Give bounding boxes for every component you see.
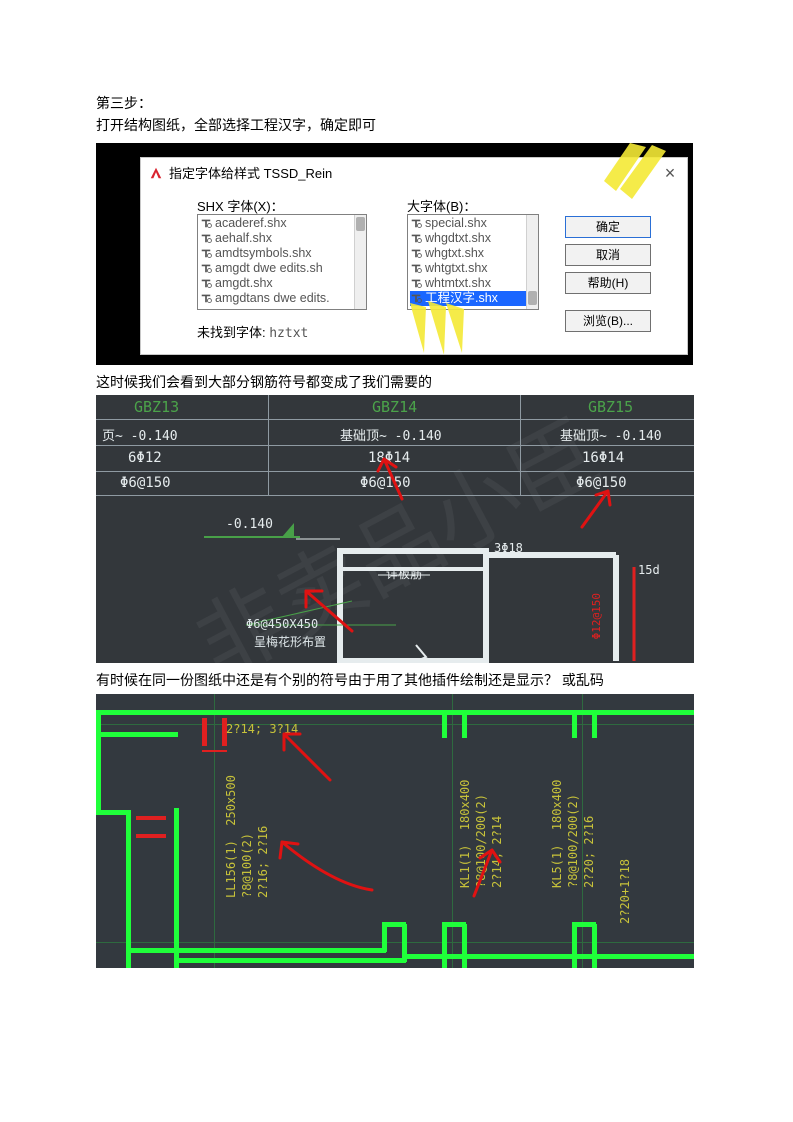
cancel-button[interactable]: 取消 — [565, 244, 651, 266]
list-item[interactable]: amdtsymbols.shx — [200, 246, 364, 261]
caption-after-dialog: 这时候我们会看到大部分钢筋符号都变成了我们需要的 — [96, 371, 697, 393]
rebar-label: 2?20+1?18 — [618, 846, 632, 924]
table-cell: 页~ -0.140 — [102, 425, 178, 444]
font-file-icon — [200, 217, 212, 229]
table-cell: 基础顶~ -0.140 — [340, 425, 442, 444]
beam-bar: 2?14; 2?14 — [490, 810, 504, 888]
shx-font-listbox[interactable]: acaderef.shxaehalf.shxamdtsymbols.shxamg… — [197, 214, 367, 310]
caption-after-table: 有时候在同一份图纸中还是有个别的符号由于用了其他插件绘制还是显示？ 或乱码 — [96, 669, 697, 691]
annotation-arrow-icon — [276, 728, 346, 788]
instruction-text: 打开结构图纸，全部选择工程汉字，确定即可 — [96, 114, 697, 136]
beam-bar: 2?20; 2?16 — [582, 810, 596, 888]
beam-name: KL1(1) 180x400 — [458, 768, 472, 888]
not-found-label: 未找到字体: hztxt — [197, 322, 308, 341]
rebar-label: 2?14; 3?14 — [226, 722, 298, 736]
font-file-icon — [200, 232, 212, 244]
font-file-icon — [200, 277, 212, 289]
list-item[interactable]: amgdt.shx — [200, 276, 364, 291]
dialog-title: 指定字体给样式 TSSD_Rein — [169, 163, 332, 182]
table-header: GBZ14 — [372, 398, 417, 416]
ok-button[interactable]: 确定 — [565, 216, 651, 238]
beam-name: KL5(1) 180x400 — [550, 768, 564, 888]
table-header: GBZ15 — [588, 398, 633, 416]
list-item[interactable]: whgtxt.shx — [410, 246, 536, 261]
help-button[interactable]: 帮助(H) — [565, 272, 651, 294]
dimension-label: -0.140 — [226, 517, 273, 532]
stirrup-layout-label: 呈梅花形布置 — [254, 633, 326, 650]
dialog-close-button[interactable]: × — [659, 162, 681, 184]
corner-bar-label: 3Φ18 — [494, 541, 523, 555]
step-label: 第三步： — [96, 92, 697, 114]
font-file-icon — [200, 247, 212, 259]
cad-detail-drawing — [96, 505, 694, 663]
detail-label: 详板筋 — [386, 565, 422, 582]
anchorage-label: 15d — [638, 563, 660, 577]
big-font-label: 大字体(B)： — [407, 196, 476, 215]
browse-button[interactable]: 浏览(B)... — [565, 310, 651, 332]
screenshot-cad-table: 非卖品小臣 GBZ13 GBZ14 GBZ15 页~ -0.140 基础顶~ -… — [96, 395, 694, 663]
annotation-arrow-icon — [272, 834, 382, 904]
table-cell: 基础顶~ -0.140 — [560, 425, 662, 444]
font-file-icon — [200, 292, 212, 304]
vertical-bar-label: Φ12@150 — [590, 593, 603, 639]
screenshot-dialog: 指定字体给样式 TSSD_Rein × SHX 字体(X)： 大字体(B)： a… — [96, 143, 693, 365]
list-item[interactable]: whtgtxt.shx — [410, 261, 536, 276]
beam-name: LL156(1) 250x500 — [224, 778, 238, 898]
scrollbar[interactable] — [526, 215, 538, 309]
beam-bar: 2?16; 2?16 — [256, 812, 270, 898]
list-item[interactable]: special.shx — [410, 216, 536, 231]
intro-block: 第三步： 打开结构图纸，全部选择工程汉字，确定即可 — [96, 92, 697, 137]
font-dialog: 指定字体给样式 TSSD_Rein × SHX 字体(X)： 大字体(B)： a… — [140, 157, 688, 355]
list-item[interactable]: acaderef.shx — [200, 216, 364, 231]
font-file-icon — [200, 262, 212, 274]
table-cell: Φ6@150 — [576, 475, 627, 491]
table-cell: 18Φ14 — [368, 450, 410, 466]
dialog-titlebar: 指定字体给样式 TSSD_Rein — [141, 158, 687, 188]
beam-bar: ?8@100(2) — [240, 812, 254, 898]
font-file-icon — [410, 247, 422, 259]
beam-bar: ?8@100/200(2) — [566, 788, 580, 888]
font-file-icon — [410, 217, 422, 229]
font-file-icon — [410, 262, 422, 274]
table-cell: 6Φ12 — [128, 450, 162, 466]
font-file-icon — [410, 232, 422, 244]
scrollbar[interactable] — [354, 215, 366, 309]
font-file-icon — [410, 277, 422, 289]
beam-bar: ?8@100/200(2) — [474, 788, 488, 888]
table-cell: Φ6@150 — [120, 475, 171, 491]
autocad-logo-icon — [149, 166, 163, 180]
list-item[interactable]: amgdt dwe edits.sh — [200, 261, 364, 276]
font-file-icon — [410, 292, 422, 304]
list-item[interactable]: amgdtans dwe edits. — [200, 291, 364, 306]
list-item[interactable]: whtmtxt.shx — [410, 276, 536, 291]
screenshot-cad-plan: 2?14; 3?14 LL156(1) 250x500 ?8@100(2) 2?… — [96, 694, 694, 968]
table-header: GBZ13 — [134, 398, 179, 416]
shx-font-label: SHX 字体(X)： — [197, 196, 284, 215]
table-cell: 16Φ14 — [582, 450, 624, 466]
stirrup-label: Φ6@450X450 — [246, 617, 318, 631]
list-item[interactable]: whgdtxt.shx — [410, 231, 536, 246]
table-cell: Φ6@150 — [360, 475, 411, 491]
list-item[interactable]: aehalf.shx — [200, 231, 364, 246]
big-font-listbox[interactable]: special.shxwhgdtxt.shxwhgtxt.shxwhtgtxt.… — [407, 214, 539, 310]
close-icon: × — [665, 163, 676, 183]
list-item[interactable]: 工程汉字.shx — [410, 291, 536, 306]
